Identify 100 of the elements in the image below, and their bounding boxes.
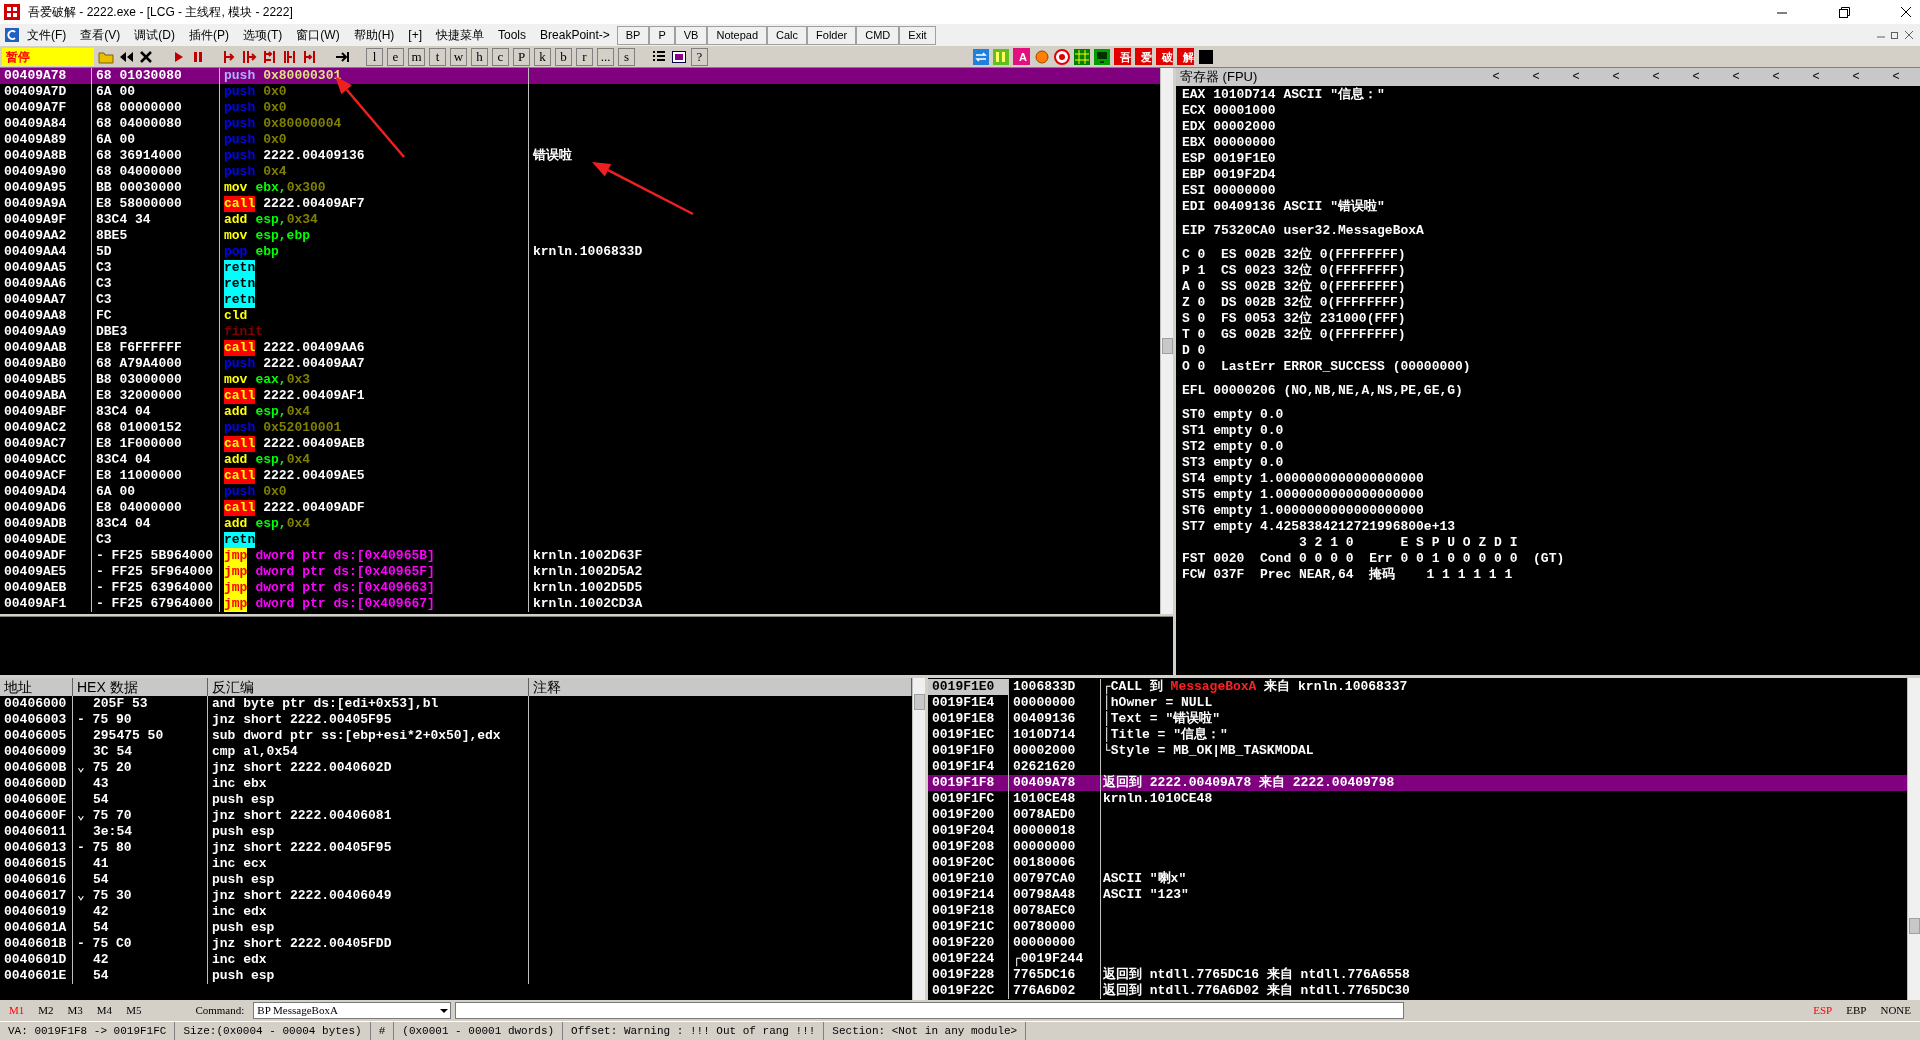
stack-row[interactable]: 0019F200 0078AED0 <box>928 807 1907 823</box>
stack-row[interactable]: 0019F1E4 00000000 │hOwner = NULL <box>928 695 1907 711</box>
menu-item[interactable]: Tools <box>491 26 534 44</box>
scrollbar[interactable] <box>1907 678 1920 1000</box>
disasm-row[interactable]: 00409A9A E8 58000000 call 2222.00409AF7 <box>0 196 1160 212</box>
toolbar-button[interactable]: h <box>471 47 488 66</box>
target-icon[interactable] <box>1054 48 1070 65</box>
toolbar-button[interactable]: 爱 <box>1135 48 1152 65</box>
shortcut-button[interactable]: P <box>649 25 675 45</box>
memory-tab[interactable]: M2 <box>33 1002 59 1019</box>
menu-item[interactable]: 窗口(W) <box>289 26 347 44</box>
arrow-button[interactable]: < <box>1876 68 1916 86</box>
disasm-row[interactable]: 00409A8B 68 36914000 push 2222.00409136 错误啦 <box>0 148 1160 164</box>
shortcut-button[interactable]: BP <box>616 25 650 45</box>
disasm-row[interactable]: 00409A90 68 04000000 push 0x4 <box>0 164 1160 180</box>
menu-item[interactable]: 快捷菜单 <box>429 26 491 44</box>
memory-tab[interactable]: M5 <box>121 1002 147 1019</box>
shortcut-button[interactable]: Folder <box>807 25 857 45</box>
monitor-icon[interactable] <box>1094 48 1110 65</box>
disasm-row[interactable]: 00409A89 6A 00 push 0x0 <box>0 132 1160 148</box>
toolbar-button[interactable]: k <box>534 47 551 66</box>
scrollbar[interactable] <box>912 678 925 1000</box>
menu-item[interactable]: [+] <box>401 26 429 44</box>
toolbar-button[interactable]: 解 <box>1177 48 1194 65</box>
menu-item[interactable]: 选项(T) <box>236 26 290 44</box>
disasm-row[interactable]: 00409AF1 - FF25 67964000 jmp dword ptr ds:[0x409667] krnln.1002CD3A <box>0 596 1160 612</box>
disasm-row[interactable]: 00409AE5 - FF25 5F964000 jmp dword ptr ds:[0x40965F] krnln.1002D5A2 <box>0 564 1160 580</box>
shortcut-button[interactable]: Notepad <box>707 25 768 45</box>
arrow-button[interactable]: < <box>1716 68 1756 86</box>
stack-row[interactable]: 0019F224 ┌0019F244 <box>928 951 1907 967</box>
stack-row[interactable]: 0019F1E8 00409136 │Text = "错误啦" <box>928 711 1907 727</box>
arrow-button[interactable]: < <box>1516 68 1556 86</box>
close-icon[interactable] <box>138 48 154 65</box>
scrollbar[interactable] <box>1160 68 1173 614</box>
disasm-row[interactable]: 00409A78 68 01030080 push 0x80000301 <box>0 68 1160 84</box>
arrows-icon[interactable] <box>973 48 989 65</box>
toolbar-button[interactable]: 破 <box>1156 48 1173 65</box>
stack-row[interactable]: 0019F218 0078AEC0 <box>928 903 1907 919</box>
toolbar-button[interactable]: b <box>555 47 572 66</box>
stack-row[interactable]: 0019F22C 776A6D02 返回到 ntdll.776A6D02 来自 ntdll.7765DC30 <box>928 983 1907 999</box>
bars-icon[interactable] <box>993 48 1009 65</box>
arrow-button[interactable]: < <box>1636 68 1676 86</box>
disasm-row[interactable]: 00409A7F 68 00000000 push 0x0 <box>0 100 1160 116</box>
toolbar-button[interactable]: A <box>1013 48 1030 65</box>
toolbar-button[interactable]: ... <box>597 47 614 66</box>
step-arrow-icon[interactable] <box>302 48 318 65</box>
arrow-button[interactable]: < <box>1836 68 1876 86</box>
disasm-row[interactable]: 00409AA7 C3 retn <box>0 292 1160 308</box>
toolbar-button[interactable]: P <box>513 47 530 66</box>
arrow-button[interactable]: < <box>1676 68 1716 86</box>
disasm-row[interactable]: 00409ADE C3 retn <box>0 532 1160 548</box>
stack-row[interactable]: 0019F210 00797CA0 ASCII "喇x" <box>928 871 1907 887</box>
stack-row[interactable]: 0019F220 00000000 <box>928 935 1907 951</box>
command-combo[interactable]: BP MessageBoxA <box>253 1002 452 1019</box>
column-header[interactable]: 地址 <box>0 678 73 696</box>
step-arrow-icon[interactable] <box>262 48 278 65</box>
disasm-row[interactable]: 00409ABA E8 32000000 call 2222.00409AF1 <box>0 388 1160 404</box>
toolbar-button[interactable]: m <box>408 47 425 66</box>
stack-mode-tab[interactable]: EBP <box>1841 1002 1872 1019</box>
stack-row[interactable]: 0019F21C 00780000 <box>928 919 1907 935</box>
stack-row[interactable]: 0019F214 00798A48 ASCII "123" <box>928 887 1907 903</box>
square-icon[interactable] <box>1198 48 1214 65</box>
menu-item[interactable]: 帮助(H) <box>346 26 402 44</box>
stack-row[interactable]: 0019F20C 00180006 <box>928 855 1907 871</box>
disasm-row[interactable]: 00409AB0 68 A79A4000 push 2222.00409AA7 <box>0 356 1160 372</box>
menu-item[interactable]: 查看(V) <box>73 26 128 44</box>
shortcut-button[interactable]: CMD <box>856 25 900 45</box>
disasm-row[interactable]: 00409AA2 8BE5 mov esp,ebp <box>0 228 1160 244</box>
toolbar-button[interactable]: t <box>429 47 446 66</box>
arrow-button[interactable]: < <box>1596 68 1636 86</box>
stack-row[interactable]: 0019F208 00000000 <box>928 839 1907 855</box>
disasm-row[interactable]: 00409AA6 C3 retn <box>0 276 1160 292</box>
stack-row[interactable]: 0019F1EC 1010D714 │Title = "信息：" <box>928 727 1907 743</box>
toolbar-button[interactable]: r <box>576 47 593 66</box>
menu-item[interactable]: 调试(D) <box>127 26 182 44</box>
disasm-row[interactable]: 00409AA5 C3 retn <box>0 260 1160 276</box>
disasm-row[interactable]: 00409A84 68 04000080 push 0x80000004 <box>0 116 1160 132</box>
stack-row[interactable]: 0019F1F8 00409A78 返回到 2222.00409A78 来自 2222.00409798 <box>928 775 1907 791</box>
toolbar-button[interactable]: e <box>387 47 404 66</box>
disasm-row[interactable]: 00409A9F 83C4 34 add esp,0x34 <box>0 212 1160 228</box>
disasm-row[interactable]: 00409AC7 E8 1F000000 call 2222.00409AEB <box>0 436 1160 452</box>
windows-icon[interactable] <box>671 48 687 65</box>
toolbar-button[interactable]: ? <box>691 47 708 66</box>
stack-row[interactable]: 0019F1E0 1006833D ┌CALL 到 MessageBoxA 来自 krnln.10068337 <box>928 679 1907 695</box>
stack-row[interactable]: 0019F204 00000018 <box>928 823 1907 839</box>
stack-row[interactable]: 0019F1FC 1010CE48 krnln.1010CE48 <box>928 791 1907 807</box>
column-header[interactable]: HEX 数据 <box>73 678 208 696</box>
toolbar-button[interactable]: w <box>450 47 467 66</box>
column-header[interactable]: 反汇编 <box>208 678 529 696</box>
disasm-row[interactable]: 00409AAB E8 F6FFFFFF call 2222.00409AA6 <box>0 340 1160 356</box>
disasm-row[interactable]: 00409AD6 E8 04000000 call 2222.00409ADF <box>0 500 1160 516</box>
memory-tab[interactable]: M4 <box>91 1002 118 1019</box>
arrow-button[interactable]: < <box>1796 68 1836 86</box>
command-field[interactable] <box>455 1002 1405 1019</box>
stack-mode-tab[interactable]: NONE <box>1875 1002 1916 1019</box>
shortcut-button[interactable]: Calc <box>767 25 808 45</box>
stack-row[interactable]: 0019F228 7765DC16 返回到 ntdll.7765DC16 来自 ntdll.776A6558 <box>928 967 1907 983</box>
memory-tab[interactable]: M3 <box>62 1002 88 1019</box>
step-arrow-icon[interactable] <box>282 48 298 65</box>
toolbar-button[interactable]: l <box>366 47 383 66</box>
